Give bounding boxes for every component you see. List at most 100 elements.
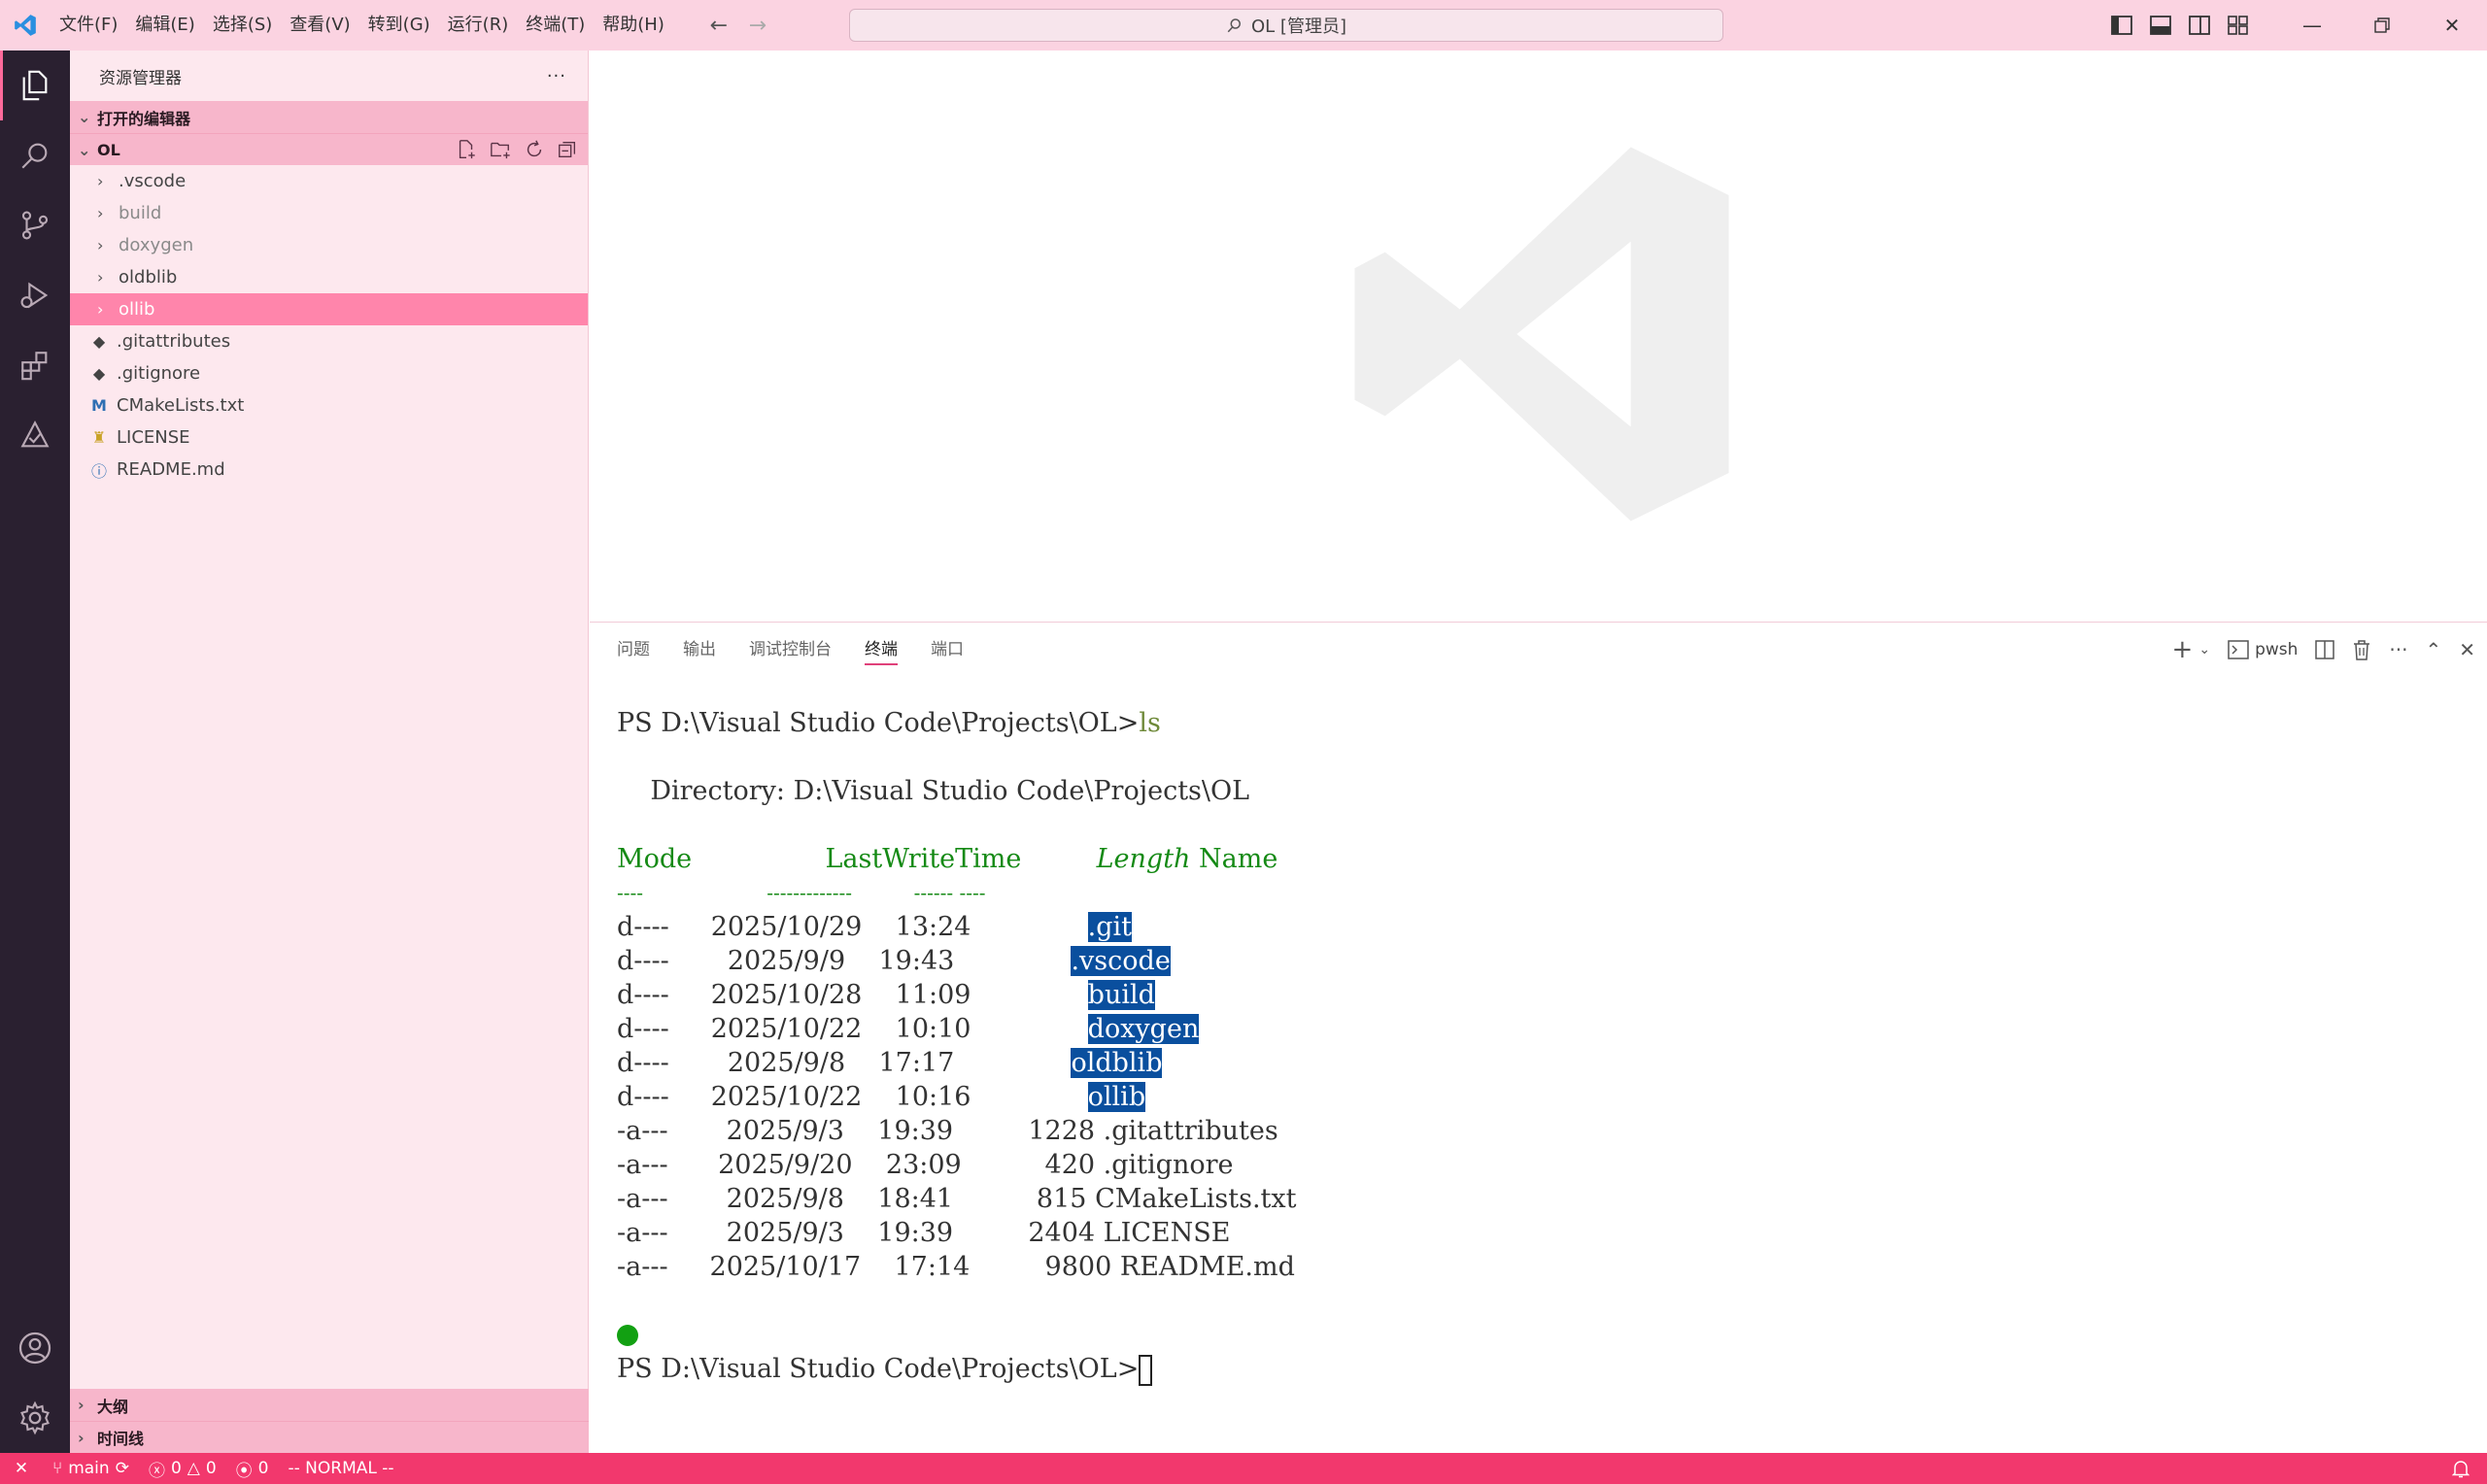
sidebar-title: 资源管理器 [99,68,182,88]
tree-folder-oldblib[interactable]: › oldblib [70,261,588,293]
tree-file-gitattributes[interactable]: ◆ .gitattributes [70,325,588,357]
refresh-icon[interactable] [524,139,545,160]
outline-section[interactable]: › 大纲 [70,1389,589,1421]
tab-ports[interactable]: 端口 [931,623,964,677]
more-actions-icon[interactable]: ··· [547,66,566,86]
terminal-prompt: PS D:\Visual Studio Code\Projects\OL> [617,1354,1140,1384]
menu-selection[interactable]: 选择(S) [204,0,281,51]
tab-problems[interactable]: 问题 [617,623,650,677]
git-branch-icon: ⑂ [52,1459,63,1478]
kill-terminal-trash-icon[interactable] [2352,639,2371,660]
notifications-bell-icon[interactable] [2442,1453,2487,1484]
accounts-icon[interactable] [0,1313,70,1383]
toggle-panel-icon[interactable] [2141,0,2180,51]
tree-file-readme[interactable]: ⓘ README.md [70,454,588,486]
chevron-right-icon: › [97,236,104,254]
search-icon[interactable] [0,120,70,190]
info-icon: ⓘ [91,461,108,481]
split-terminal-icon[interactable] [2315,640,2335,659]
tree-folder-ollib[interactable]: › ollib [70,293,588,325]
terminal-cursor [1139,1354,1153,1386]
menu-go[interactable]: 转到(G) [359,0,439,51]
command-success-indicator [617,1324,638,1346]
vscode-watermark-icon [1354,147,1729,522]
toggle-primary-sidebar-icon[interactable] [2102,0,2141,51]
explorer-icon[interactable] [0,51,70,120]
testing-icon[interactable] [0,400,70,470]
menu-terminal[interactable]: 终端(T) [517,0,594,51]
command-center[interactable]: OL [管理员] [849,9,1723,42]
tree-folder-vscode[interactable]: › .vscode [70,165,588,197]
restore-icon[interactable] [2347,0,2417,51]
source-control-icon[interactable] [0,190,70,260]
terminal-output[interactable]: PS D:\Visual Studio Code\Projects\OL>ls … [617,706,1296,1386]
chevron-down-icon: ⌄ [78,108,91,126]
status-bar: ✕ ⑂ main ⟳ ⓧ 0 △ 0 ⦿ 0 -- NORMAL -- [0,1453,2487,1484]
search-icon [1227,18,1242,33]
chevron-right-icon: › [78,1396,85,1414]
folder-label: OL [97,140,120,159]
maximize-panel-chevron-up-icon[interactable]: ⌃ [2425,638,2441,661]
run-debug-icon[interactable] [0,260,70,330]
git-file-icon: ◆ [92,332,106,351]
forward-arrow-icon[interactable]: → [745,14,770,38]
menu-run[interactable]: 运行(R) [439,0,518,51]
problems-indicator[interactable]: ⓧ 0 △ 0 [139,1453,226,1484]
menu-file[interactable]: 文件(F) [51,0,126,51]
extensions-icon[interactable] [0,330,70,400]
terminal-listing-row: d---- 2025/10/28 11:09 build [617,980,1155,1010]
terminal-listing-row: d---- 2025/10/22 10:10 doxygen [617,1014,1200,1044]
remote-indicator-icon[interactable]: ✕ [0,1453,43,1484]
chevron-right-icon: › [97,172,104,190]
chevron-down-icon: ⌄ [2198,642,2211,658]
tab-terminal[interactable]: 终端 [865,623,898,677]
menu-view[interactable]: 查看(V) [281,0,358,51]
new-folder-icon[interactable] [489,139,512,160]
table-header: Mode LastWriteTime Length Name [617,844,1278,874]
tree-file-cmakelists[interactable]: M CMakeLists.txt [70,389,588,422]
editor-area[interactable] [590,51,2487,622]
toggle-secondary-sidebar-icon[interactable] [2180,0,2219,51]
tree-folder-doxygen[interactable]: › doxygen [70,229,588,261]
table-header-underline: ---- ------------- ------ ---- [617,881,986,904]
new-terminal-button[interactable]: + ⌄ [2172,635,2211,664]
chevron-right-icon: › [97,204,104,222]
terminal-profile-button[interactable]: pwsh [2228,640,2298,659]
tree-folder-build[interactable]: › build [70,197,588,229]
settings-gear-icon[interactable] [0,1383,70,1453]
terminal-listing-row: d---- 2025/9/9 19:43 .vscode [617,946,1171,976]
tree-file-license[interactable]: ♜ LICENSE [70,422,588,454]
collapse-all-icon[interactable] [557,139,578,160]
menu-edit[interactable]: 编辑(E) [126,0,203,51]
tree-file-gitignore[interactable]: ◆ .gitignore [70,357,588,389]
close-panel-icon[interactable]: ✕ [2459,638,2475,661]
plus-icon: + [2171,635,2194,664]
terminal-listing-row: -a--- 2025/9/8 18:41 815 CMakeLists.txt [617,1184,1297,1214]
title-bar: 文件(F) 编辑(E) 选择(S) 查看(V) 转到(G) 运行(R) 终端(T… [0,0,2487,51]
menu-help[interactable]: 帮助(H) [594,0,673,51]
timeline-section[interactable]: › 时间线 [70,1421,589,1453]
chevron-down-icon: ⌄ [78,140,91,159]
back-arrow-icon[interactable]: ← [706,14,732,38]
more-actions-icon[interactable]: ··· [2389,638,2407,661]
tab-debug-console[interactable]: 调试控制台 [749,623,832,677]
explorer-sidebar: 资源管理器 ··· ⌄ 打开的编辑器 ⌄ OL › .vscode › buil… [70,51,589,1453]
error-icon: ⓧ [148,1461,165,1481]
broadcast-icon: ⦿ [235,1461,253,1481]
tab-output[interactable]: 输出 [683,623,716,677]
folder-section-ol[interactable]: ⌄ OL [70,133,588,165]
menu-bar: 文件(F) 编辑(E) 选择(S) 查看(V) 转到(G) 运行(R) 终端(T… [51,0,673,51]
chevron-right-icon: › [97,300,104,319]
branch-indicator[interactable]: ⑂ main ⟳ [43,1453,139,1484]
bottom-panel: 问题 输出 调试控制台 终端 端口 + ⌄ pwsh ··· ⌃ ✕ PS D:… [590,622,2487,1453]
command-center-label: OL [管理员] [1251,17,1346,37]
minimize-icon[interactable]: — [2277,0,2347,51]
close-window-icon[interactable]: ✕ [2417,0,2487,51]
terminal-listing-row: -a--- 2025/9/3 19:39 1228 .gitattributes [617,1116,1278,1146]
git-file-icon: ◆ [92,364,106,383]
open-editors-section[interactable]: ⌄ 打开的编辑器 [70,101,588,133]
customize-layout-icon[interactable] [2219,0,2258,51]
warning-icon: △ [187,1459,200,1478]
ports-indicator[interactable]: ⦿ 0 [226,1453,279,1484]
new-file-icon[interactable] [456,139,477,160]
